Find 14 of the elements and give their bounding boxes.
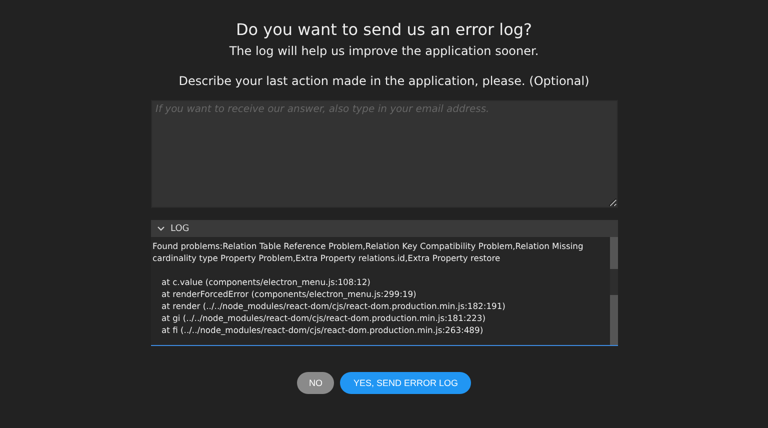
dialog-subtitle: The log will help us improve the application sooner. <box>229 44 539 58</box>
send-log-button[interactable]: YES, SEND ERROR LOG <box>340 372 472 394</box>
log-stack-line: at render (../../node_modules/react-dom/cjs/react-dom.production.min.js:182:191) <box>160 300 506 312</box>
log-stack-line: at gi (../../node_modules/react-dom/cjs/react-dom.production.min.js:181:223) <box>160 312 486 324</box>
log-stack-line: at fi (../../node_modules/react-dom/cjs/react-dom.production.min.js:263:489) <box>160 324 484 336</box>
log-toggle[interactable]: LOG <box>150 220 618 237</box>
decline-button[interactable]: NO <box>296 372 334 394</box>
log-stack-line: at renderForcedError (components/electron_menu.js:299:19) <box>160 288 418 300</box>
description-prompt: Describe your last action made in the application, please. (Optional) <box>178 74 590 88</box>
log-stack-line: at c.value (components/electron_menu.js:108:12) <box>160 276 372 288</box>
scrollbar[interactable] <box>610 237 618 345</box>
dialog-title: Do you want to send us an error log? <box>236 20 532 40</box>
chevron-icon <box>156 226 164 231</box>
log-message: Found problems:Relation Table Reference Problem,Relation Key Compatibility Problem,Relation Missing cardinality type Property Problem,Extra Property relations.id,Extra Property restore <box>152 240 584 264</box>
